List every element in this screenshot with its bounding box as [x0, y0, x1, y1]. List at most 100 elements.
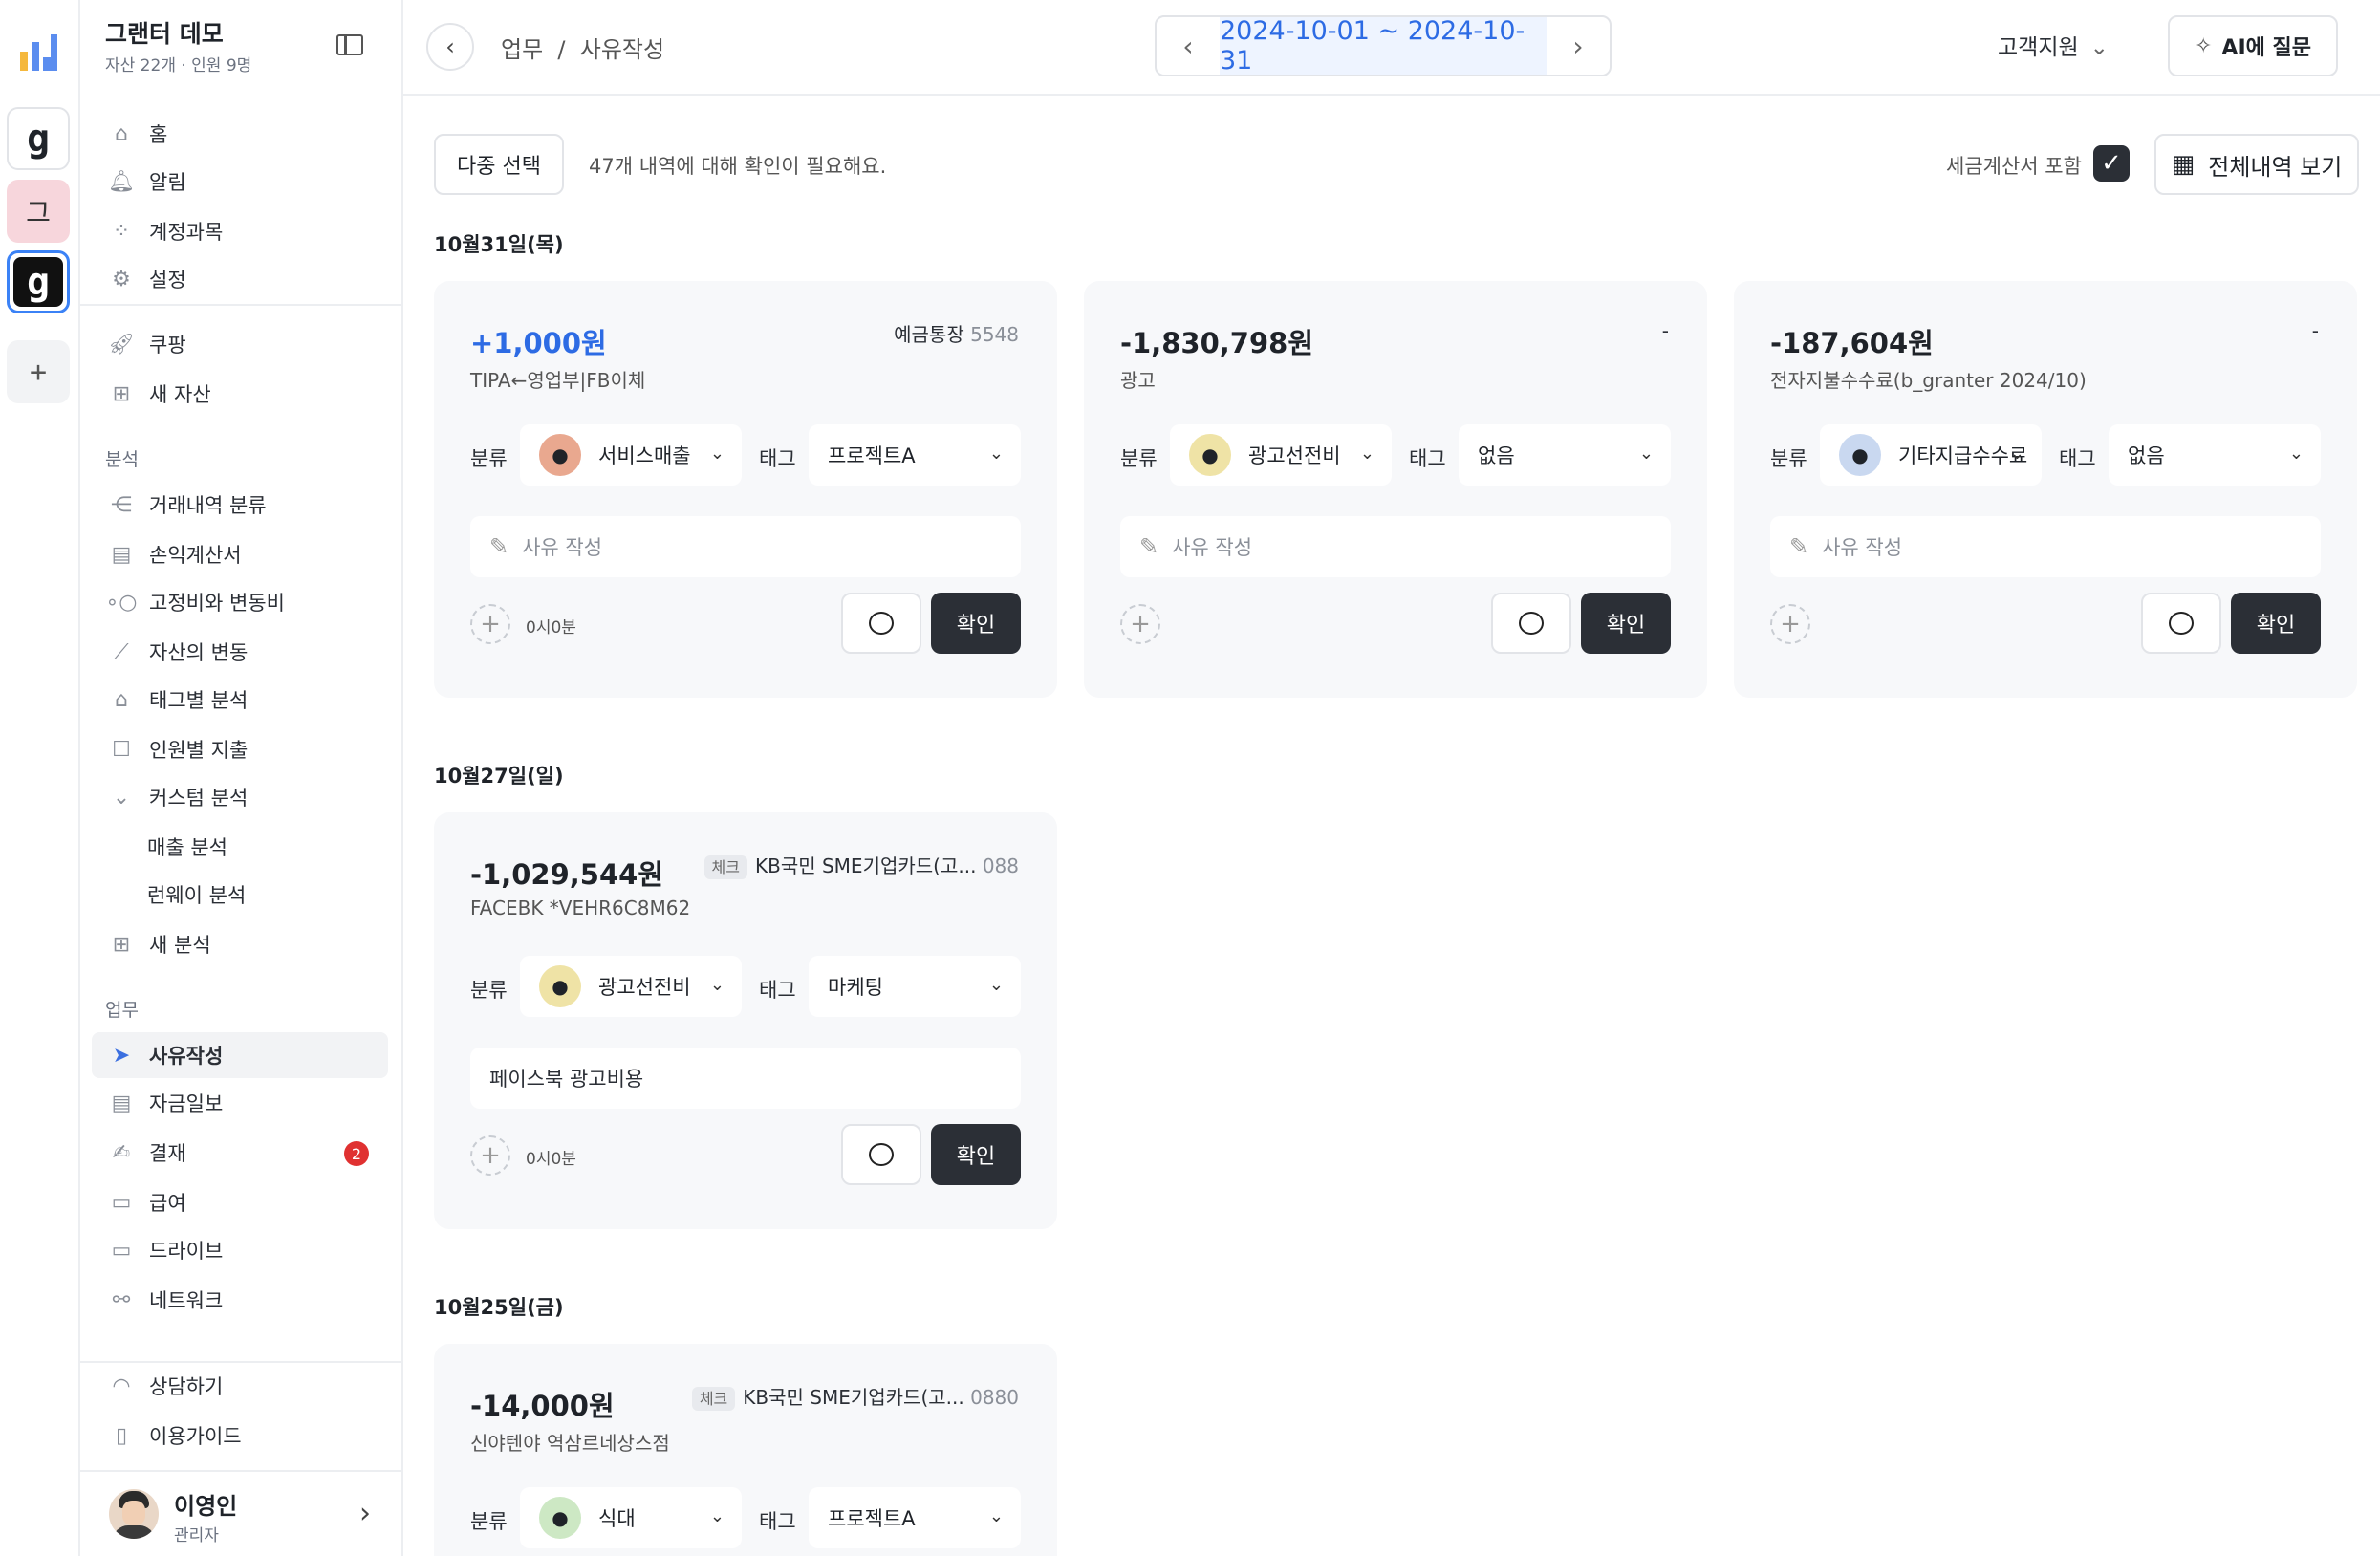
- transaction-card: -14,000원 신야텐야 역삼르네상스점 체크 KB국민 SME기업카드(고..…: [434, 1344, 1057, 1556]
- sidebar-item-coupang[interactable]: 🚀︎ 쿠팡: [92, 321, 388, 367]
- add-workspace-button[interactable]: +: [7, 340, 70, 403]
- chart-app-icon[interactable]: [7, 21, 70, 84]
- category-select[interactable]: ● 서비스매출 ⌄: [520, 424, 742, 486]
- date-group-header: 10월27일(일): [434, 765, 564, 788]
- confirm-button[interactable]: 확인: [1581, 593, 1671, 654]
- sidebar-item-payroll[interactable]: ▭ 급여: [92, 1179, 388, 1225]
- reason-input[interactable]: ✎ 사유 작성: [1770, 516, 2321, 577]
- sidebar-item-classify[interactable]: ⋲ 거래내역 분류: [92, 482, 388, 528]
- transaction-description: 신야텐야 역삼르네상스점: [470, 1432, 670, 1455]
- sidebar-item-accounts[interactable]: ⁘ 계정과목: [92, 208, 388, 254]
- transaction-amount: +1,000원: [470, 327, 607, 359]
- sidebar-item-home[interactable]: ⌂ 홈: [92, 111, 388, 157]
- sidebar-item-fixed-var[interactable]: ∘○ 고정비와 변동비: [92, 579, 388, 625]
- workspace-active-icon[interactable]: g: [7, 250, 70, 313]
- sidebar-item-daily-fund[interactable]: ▤ 자금일보: [92, 1080, 388, 1126]
- section-work: 업무: [105, 1000, 139, 1021]
- user-profile[interactable]: 이영인 관리자 ›: [109, 1487, 386, 1546]
- add-time-button[interactable]: +: [1120, 604, 1160, 644]
- signature-icon: ✍: [112, 1140, 131, 1165]
- add-time-button[interactable]: +: [470, 1135, 510, 1176]
- category-label: 분류: [1120, 447, 1158, 470]
- sidebar-item-alerts[interactable]: 🔔︎ 알림: [92, 159, 388, 205]
- send-icon: ➤: [112, 1043, 131, 1068]
- sidebar-toggle-icon[interactable]: [336, 34, 363, 55]
- tax-invoice-checkbox[interactable]: ✓: [2093, 145, 2130, 182]
- reason-input[interactable]: ✎ 사유 작성: [470, 516, 1021, 577]
- sidebar-item-new-asset[interactable]: ⊞ 새 자산: [92, 371, 388, 417]
- sidebar-item-asset-change[interactable]: ⟋ 자산의 변동: [92, 629, 388, 675]
- chevron-down-icon: ⌄: [988, 975, 1004, 995]
- toggle-dots-icon: ∘○: [105, 590, 138, 615]
- line-chart-icon: ⟋: [114, 639, 129, 664]
- tag-label: 태그: [759, 979, 796, 1002]
- account-info: 체크 KB국민 SME기업카드(고... 0880: [691, 1382, 1019, 1411]
- category-label: 분류: [1770, 447, 1807, 470]
- divider: [80, 304, 403, 306]
- category-select[interactable]: ● 기타지급수수료 ⌄: [1820, 424, 2042, 486]
- tag-select[interactable]: 없음 ⌄: [1459, 424, 1671, 486]
- approval-badge: 2: [344, 1141, 369, 1166]
- next-month-button[interactable]: ›: [1547, 17, 1610, 75]
- transaction-amount: -1,830,798원: [1120, 327, 1313, 359]
- transaction-card: -1,029,544원 FACEBK *VEHR6C8M62 체크 KB국민 SM…: [434, 812, 1057, 1229]
- comment-button[interactable]: [841, 593, 921, 654]
- sidebar-item-drive[interactable]: ▭ 드라이브: [92, 1227, 388, 1273]
- account-info: -: [1661, 319, 1669, 342]
- add-time-button[interactable]: +: [470, 604, 510, 644]
- time-spent: 0시0분: [526, 1150, 576, 1169]
- confirm-button[interactable]: 확인: [931, 593, 1021, 654]
- tag-select[interactable]: 마케팅 ⌄: [809, 956, 1021, 1017]
- workspace-rail: g 그 g +: [0, 0, 80, 1556]
- pencil-icon: ✎: [1789, 533, 1809, 560]
- tax-invoice-label: 세금계산서 포함: [1946, 155, 2082, 178]
- tag-label: 태그: [759, 1510, 796, 1533]
- reason-input[interactable]: 페이스북 광고비용: [470, 1048, 1021, 1109]
- comment-button[interactable]: [2141, 593, 2221, 654]
- tag-select[interactable]: 없음 ⌄: [2109, 424, 2321, 486]
- sidebar-item-settings[interactable]: ⚙ 설정: [92, 256, 388, 302]
- chevron-down-icon: ⌄: [112, 785, 131, 810]
- sidebar-item-consult[interactable]: ◠ 상담하기: [92, 1363, 388, 1409]
- org-summary: 자산 22개 · 인원 9명: [105, 56, 252, 76]
- sidebar-item-approval[interactable]: ✍ 결재 2: [92, 1130, 388, 1176]
- card-type-chip: 체크: [691, 1387, 736, 1411]
- transaction-card: -187,604원 전자지불수수료(b_granter 2024/10) - 분…: [1734, 281, 2357, 698]
- back-button[interactable]: ‹: [426, 23, 474, 71]
- avatar: [109, 1489, 159, 1539]
- ai-question-button[interactable]: ✧ AI에 질문: [2168, 15, 2338, 76]
- comment-button[interactable]: [1491, 593, 1571, 654]
- confirm-button[interactable]: 확인: [931, 1124, 1021, 1185]
- workspace-geu-icon[interactable]: 그: [7, 180, 70, 243]
- transaction-description: FACEBK *VEHR6C8M62: [470, 897, 691, 919]
- category-select[interactable]: ● 광고선전비 ⌄: [520, 956, 742, 1017]
- confirm-button[interactable]: 확인: [2231, 593, 2321, 654]
- sidebar-item-new-analysis[interactable]: ⊞ 새 분석: [92, 921, 388, 967]
- category-select[interactable]: ● 식대 ⌄: [520, 1487, 742, 1548]
- comment-button[interactable]: [841, 1124, 921, 1185]
- category-select[interactable]: ● 광고선전비 ⌄: [1170, 424, 1392, 486]
- date-range-value[interactable]: 2024-10-01 ~ 2024-10-31: [1220, 17, 1547, 75]
- account-info: -: [2311, 319, 2319, 342]
- sidebar-item-runway[interactable]: 런웨이 분석: [92, 872, 388, 918]
- sidebar-item-reason[interactable]: ➤ 사유작성: [92, 1032, 388, 1078]
- sidebar-item-person-spend[interactable]: ☐ 인원별 지출: [92, 726, 388, 772]
- workspace-g-icon[interactable]: g: [7, 107, 70, 170]
- transaction-description: 광고: [1120, 369, 1156, 392]
- view-all-button[interactable]: ▦ 전체내역 보기: [2154, 134, 2359, 195]
- sidebar-item-tag-analysis[interactable]: ⌂ 태그별 분석: [92, 677, 388, 723]
- multi-select-button[interactable]: 다중 선택: [434, 134, 564, 195]
- category-icon: ●: [1189, 434, 1231, 476]
- tag-select[interactable]: 프로젝트A ⌄: [809, 424, 1021, 486]
- category-icon: ●: [539, 965, 581, 1007]
- support-dropdown[interactable]: 고객지원 ⌄: [1998, 29, 2109, 61]
- reason-input[interactable]: ✎ 사유 작성: [1120, 516, 1671, 577]
- sidebar-item-revenue-analysis[interactable]: 매출 분석: [92, 824, 388, 870]
- sidebar-item-pl[interactable]: ▤ 손익계산서: [92, 531, 388, 577]
- sidebar-item-custom[interactable]: ⌄ 커스텀 분석: [92, 774, 388, 820]
- sidebar-item-guide[interactable]: ▯ 이용가이드: [92, 1413, 388, 1459]
- tag-select[interactable]: 프로젝트A ⌄: [809, 1487, 1021, 1548]
- sidebar-item-network[interactable]: ⚯ 네트워크: [92, 1277, 388, 1323]
- prev-month-button[interactable]: ‹: [1157, 17, 1220, 75]
- add-time-button[interactable]: +: [1770, 604, 1810, 644]
